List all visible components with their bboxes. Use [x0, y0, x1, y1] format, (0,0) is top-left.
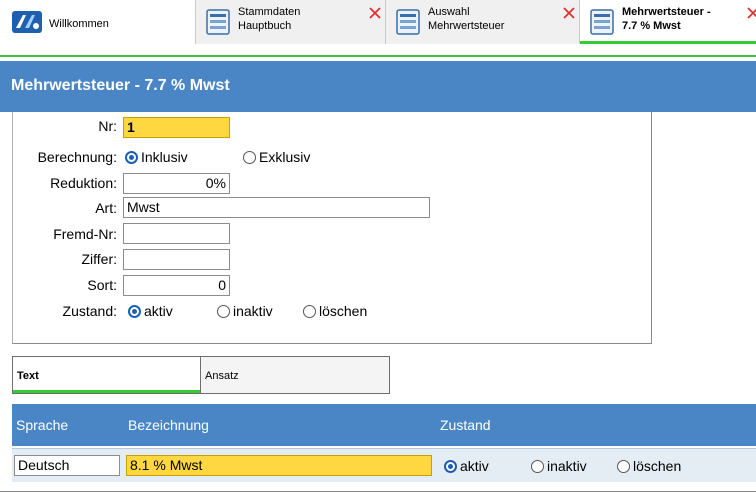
- detail-form: Nr: 1 Berechnung: Inklusiv Exklusiv Redu…: [12, 112, 652, 344]
- row-radio-aktiv[interactable]: aktiv: [444, 458, 489, 474]
- column-header-zustand[interactable]: Zustand: [440, 417, 491, 433]
- tab-auswahl-mehrwertsteuer[interactable]: Auswahl Mehrwertsteuer: [386, 0, 580, 44]
- subtab-ansatz[interactable]: Ansatz: [200, 356, 390, 394]
- fremd-nr-label: Fremd-Nr:: [53, 226, 117, 242]
- active-tab-indicator: [580, 41, 756, 44]
- document-tab-bar: Willkommen Stammdaten Hauptbuch Auswahl …: [0, 0, 756, 44]
- radio-selected-icon: [125, 150, 138, 164]
- row-radio-inaktiv-label: inaktiv: [547, 458, 587, 474]
- tab-home-label: Willkommen: [49, 18, 109, 30]
- subtab-text-label: Text: [17, 370, 39, 382]
- close-icon[interactable]: [368, 6, 382, 20]
- row-radio-inaktiv[interactable]: inaktiv: [531, 458, 587, 474]
- radio-inaktiv-label: inaktiv: [233, 303, 273, 319]
- reduktion-label: Reduktion:: [50, 175, 117, 191]
- radio-exklusiv-label: Exklusiv: [259, 149, 311, 165]
- radio-unselected-icon: [531, 459, 544, 473]
- row-radio-loeschen-label: löschen: [633, 458, 682, 474]
- tab-label-line2: Hauptbuch: [238, 20, 292, 32]
- table-form-icon: [590, 9, 614, 35]
- table-row: Deutsch 8.1 % Mwst aktiv inaktiv löschen: [12, 448, 756, 482]
- bottom-border: [0, 491, 756, 492]
- radio-unselected-icon: [303, 304, 316, 318]
- radio-loeschen[interactable]: löschen: [303, 303, 367, 319]
- subtab-ansatz-label: Ansatz: [205, 370, 239, 382]
- tab-home[interactable]: Willkommen: [0, 0, 196, 44]
- zustand-label: Zustand:: [62, 303, 117, 319]
- ziffer-label: Ziffer:: [81, 251, 117, 267]
- ziffer-field[interactable]: [123, 249, 230, 270]
- radio-exklusiv[interactable]: Exklusiv: [243, 149, 310, 165]
- sort-label: Sort:: [87, 277, 117, 293]
- tab-stammdaten-hauptbuch[interactable]: Stammdaten Hauptbuch: [196, 0, 386, 44]
- radio-aktiv-label: aktiv: [144, 303, 173, 319]
- reduktion-field[interactable]: 0%: [123, 173, 230, 194]
- nr-field[interactable]: 1: [123, 117, 230, 138]
- berechnung-label: Berechnung:: [37, 149, 117, 165]
- column-header-bezeichnung[interactable]: Bezeichnung: [128, 417, 209, 433]
- table-form-icon: [206, 9, 230, 35]
- active-subtab-indicator: [13, 390, 200, 393]
- divider-line: [0, 55, 756, 57]
- tab-label-line1: Stammdaten: [238, 6, 301, 18]
- close-icon[interactable]: [562, 6, 576, 20]
- radio-inklusiv-label: Inklusiv: [141, 149, 188, 165]
- subtab-text[interactable]: Text: [12, 356, 201, 394]
- radio-inaktiv[interactable]: inaktiv: [217, 303, 273, 319]
- sprache-cell[interactable]: Deutsch: [14, 455, 120, 476]
- close-icon[interactable]: [746, 6, 756, 20]
- page-title: Mehrwertsteuer - 7.7 % Mwst: [11, 77, 230, 94]
- art-field[interactable]: Mwst: [123, 197, 430, 218]
- radio-loeschen-label: löschen: [319, 303, 368, 319]
- table-form-icon: [396, 9, 420, 35]
- grid-header: Sprache Bezeichnung Zustand: [12, 404, 756, 446]
- tab-label-line1: Auswahl: [428, 6, 470, 18]
- sort-field[interactable]: 0: [123, 275, 230, 296]
- column-header-sprache[interactable]: Sprache: [16, 417, 68, 433]
- fremd-nr-field[interactable]: [123, 223, 230, 244]
- radio-selected-icon: [128, 304, 141, 318]
- radio-inklusiv[interactable]: Inklusiv: [125, 149, 188, 165]
- tab-label-line2: Mehrwertsteuer: [428, 20, 505, 32]
- art-label: Art:: [95, 200, 117, 216]
- page-header: Mehrwertsteuer - 7.7 % Mwst: [0, 61, 756, 112]
- radio-unselected-icon: [617, 459, 630, 473]
- bezeichnung-cell[interactable]: 8.1 % Mwst: [126, 455, 432, 476]
- nr-label: Nr:: [98, 118, 117, 134]
- row-radio-aktiv-label: aktiv: [460, 458, 489, 474]
- tab-label-line2: 7.7 % Mwst: [622, 20, 681, 32]
- tab-mehrwertsteuer-detail[interactable]: Mehrwertsteuer - 7.7 % Mwst: [580, 0, 756, 44]
- radio-unselected-icon: [243, 150, 256, 164]
- tab-label-line1: Mehrwertsteuer -: [622, 6, 711, 18]
- radio-selected-icon: [444, 459, 457, 473]
- row-radio-loeschen[interactable]: löschen: [617, 458, 681, 474]
- radio-unselected-icon: [217, 304, 230, 318]
- app-logo-icon: [12, 11, 42, 33]
- radio-aktiv[interactable]: aktiv: [128, 303, 173, 319]
